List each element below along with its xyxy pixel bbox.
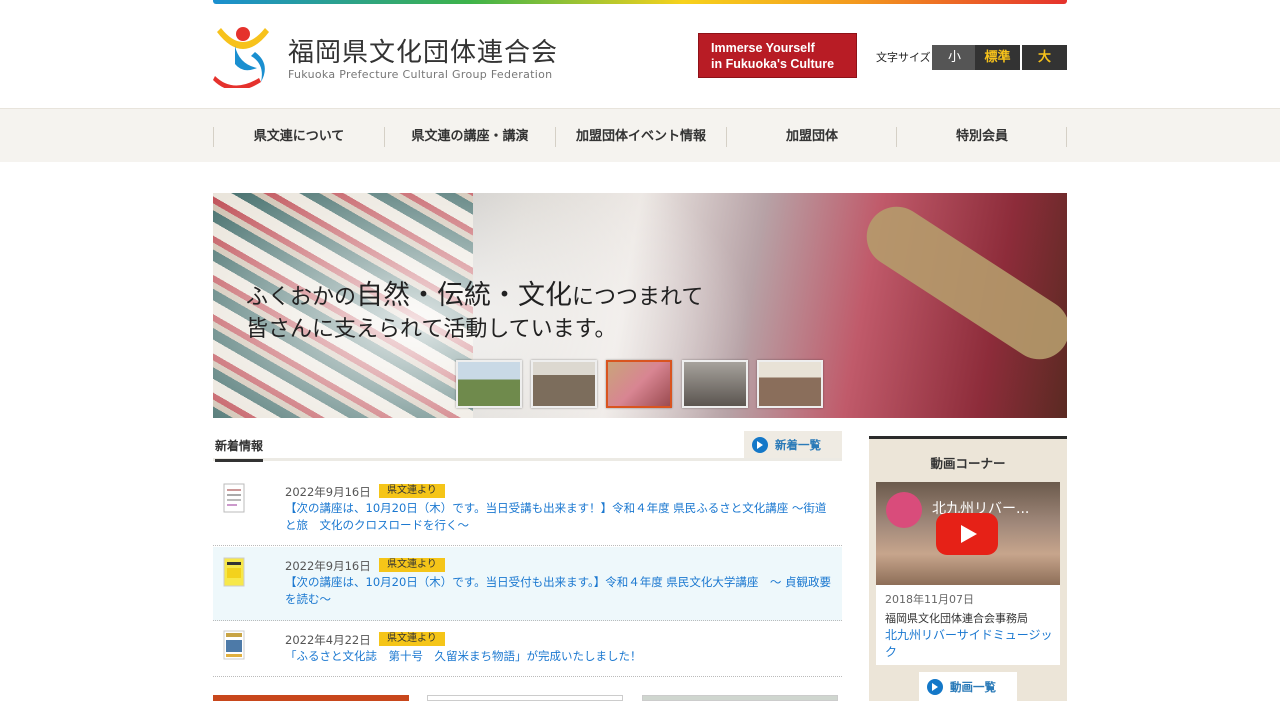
slide-thumb-1[interactable] xyxy=(456,360,522,408)
news-category-badge: 県文連より xyxy=(379,558,445,572)
main-nav: 県文連について 県文連の講座・講演 加盟団体イベント情報 加盟団体 特別会員 xyxy=(0,108,1280,162)
hero-headline-2: 皆さんに支えられて活動しています。 xyxy=(246,317,617,342)
slide-thumb-5[interactable] xyxy=(757,360,823,408)
video-list-button[interactable]: 動画一覧 xyxy=(919,672,1017,702)
feature-tile-3[interactable] xyxy=(642,695,838,701)
news-date: 2022年4月22日 xyxy=(285,633,371,647)
news-category-badge: 県文連より xyxy=(379,632,445,646)
logo-mark-icon xyxy=(213,27,269,88)
document-icon xyxy=(223,483,245,513)
immerse-banner-button[interactable]: Immerse Yourself in Fukuoka's Culture xyxy=(698,33,857,78)
hero-slideshow: ふくおかの自然・伝統・文化につつまれて 皆さんに支えられて活動しています。 xyxy=(213,193,1067,418)
news-item: 2022年9月16日 県文連より 【次の講座は、10月20日（木）です。当日受講… xyxy=(213,473,842,546)
video-link[interactable]: 北九州リバーサイドミュージック xyxy=(885,627,1055,661)
video-corner-title: 動画コーナー xyxy=(930,456,1006,471)
nav-item-member-groups[interactable]: 加盟団体 xyxy=(726,127,897,147)
video-publisher: 福岡県文化団体連合会事務局 xyxy=(885,612,1028,625)
video-date: 2018年11月07日 xyxy=(885,593,974,606)
channel-avatar xyxy=(886,492,922,528)
magazine-icon xyxy=(223,630,245,660)
font-size-label: 文字サイズ xyxy=(876,51,931,64)
news-item: 2022年9月16日 県文連より 【次の講座は、10月20日（木）です。当日受付… xyxy=(213,547,842,621)
slide-thumb-4[interactable] xyxy=(682,360,748,408)
news-item: 2022年4月22日 県文連より 「ふるさと文化誌 第十号 久留米まち物語」が完… xyxy=(213,622,842,677)
arrow-right-icon xyxy=(927,679,943,695)
nav-item-special-members[interactable]: 特別会員 xyxy=(896,127,1067,147)
play-icon[interactable] xyxy=(936,513,998,555)
slide-thumb-3[interactable] xyxy=(606,360,672,408)
nav-divider xyxy=(1066,127,1067,147)
news-link[interactable]: 「ふるさと文化誌 第十号 久留米まち物語」が完成いたしました！ xyxy=(285,648,835,665)
news-list-button[interactable]: 新着一覧 xyxy=(744,431,842,458)
news-category-badge: 県文連より xyxy=(379,484,445,498)
feature-tile-1[interactable] xyxy=(213,695,409,701)
top-color-bar xyxy=(213,0,1067,4)
nav-item-member-events[interactable]: 加盟団体イベント情報 xyxy=(555,127,726,147)
video-player[interactable]: 北九州リバー... xyxy=(876,482,1060,585)
font-size-standard-button[interactable]: 標準 xyxy=(975,45,1020,70)
slide-thumb-2[interactable] xyxy=(531,360,597,408)
site-logo[interactable]: 福岡県文化団体連合会 Fukuoka Prefecture Cultural G… xyxy=(213,24,558,88)
font-size-large-button[interactable]: 大 xyxy=(1022,45,1067,70)
font-size-small-button[interactable]: 小 xyxy=(932,45,977,70)
nav-item-about[interactable]: 県文連について xyxy=(213,127,384,147)
video-corner: 動画コーナー 北九州リバー... 2018年11月07日 福岡県文化団体連合会事… xyxy=(869,436,1067,702)
banner-line-1: Immerse Yourself xyxy=(711,41,815,55)
news-header: 新着情報 新着一覧 xyxy=(213,431,842,462)
news-date: 2022年9月16日 xyxy=(285,559,371,573)
arrow-right-icon xyxy=(752,437,768,453)
flyer-icon xyxy=(223,557,245,587)
logo-subtitle: Fukuoka Prefecture Cultural Group Federa… xyxy=(288,68,553,81)
news-title: 新着情報 xyxy=(215,437,264,462)
banner-line-2: in Fukuoka's Culture xyxy=(711,57,835,71)
feature-tile-2[interactable] xyxy=(427,695,623,701)
logo-title: 福岡県文化団体連合会 xyxy=(288,38,559,68)
nav-item-lectures[interactable]: 県文連の講座・講演 xyxy=(384,127,555,147)
news-link[interactable]: 【次の講座は、10月20日（木）です。当日受講も出来ます！】令和４年度 県民ふる… xyxy=(285,500,835,534)
hero-headline-1: ふくおかの自然・伝統・文化につつまれて xyxy=(246,280,704,311)
news-link[interactable]: 【次の講座は、10月20日（木）です。当日受付も出来ます。】令和４年度 県民文化… xyxy=(285,574,835,608)
news-date: 2022年9月16日 xyxy=(285,485,371,499)
video-info-card: 2018年11月07日 福岡県文化団体連合会事務局 北九州リバーサイドミュージッ… xyxy=(876,585,1060,665)
